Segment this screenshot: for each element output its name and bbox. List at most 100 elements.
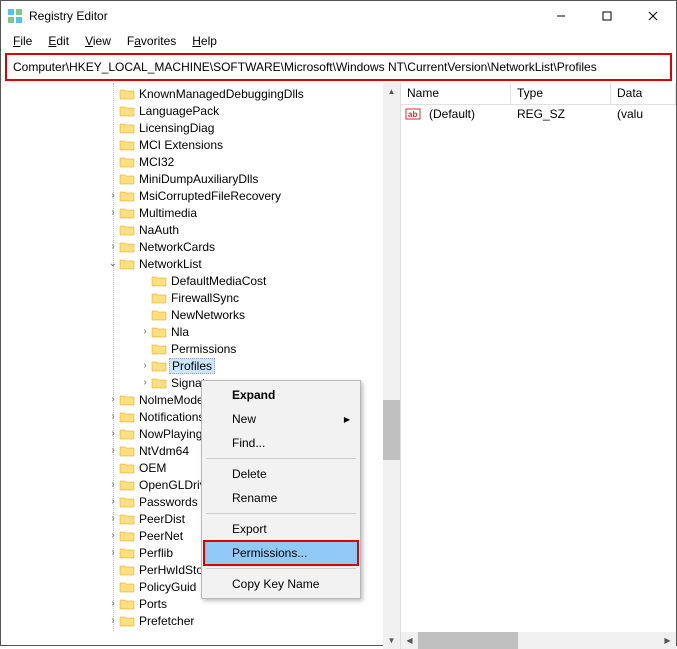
tree-item-permissions[interactable]: Permissions [1,340,400,357]
tree-item-networkcards[interactable]: › NetworkCards [1,238,400,255]
tree-label: PeerNet [137,529,185,543]
col-type[interactable]: Type [511,83,611,104]
list-header: Name Type Data [401,83,676,105]
folder-icon [119,257,135,271]
address-bar[interactable] [11,59,666,75]
tree-label: Ports [137,597,169,611]
col-name[interactable]: Name [401,83,511,104]
menu-file[interactable]: File [5,32,40,50]
string-value-icon: ab [405,106,421,122]
tree-item-firewallsync[interactable]: FirewallSync [1,289,400,306]
address-bar-highlight [5,53,672,81]
scroll-up-icon[interactable]: ▲ [383,83,400,100]
tree-item-naauth[interactable]: NaAuth [1,221,400,238]
ctx-copy-key-name[interactable]: Copy Key Name [204,572,358,596]
app-icon [7,8,23,24]
tree-item-prefetcher[interactable]: ›Prefetcher [1,612,400,629]
list-hscrollbar[interactable]: ◀ ▶ [401,632,676,649]
chevron-right-icon[interactable]: › [107,411,119,422]
tree-item-knownmanageddebuggingdlls[interactable]: KnownManagedDebuggingDlls [1,85,400,102]
ctx-rename[interactable]: Rename [204,486,358,510]
tree-label: LicensingDiag [137,121,216,135]
close-button[interactable] [630,1,676,31]
tree-item-licensingdiag[interactable]: LicensingDiag [1,119,400,136]
tree-item-languagepack[interactable]: LanguagePack [1,102,400,119]
tree-label: NewNetworks [169,308,247,322]
tree-label: NtVdm64 [137,444,191,458]
folder-icon [119,529,135,543]
ctx-find[interactable]: Find... [204,431,358,455]
ctx-export[interactable]: Export [204,517,358,541]
chevron-right-icon[interactable]: › [107,428,119,439]
chevron-right-icon[interactable]: › [107,190,119,201]
menu-view[interactable]: View [77,32,119,50]
tree-item-networklist[interactable]: ⌄ NetworkList [1,255,400,272]
tree-item-minidumpauxiliarydlls[interactable]: MiniDumpAuxiliaryDlls [1,170,400,187]
hscroll-thumb[interactable] [418,632,518,649]
chevron-right-icon[interactable]: › [107,496,119,507]
tree-scrollbar[interactable]: ▲ ▼ [383,83,400,649]
tree-label: NetworkCards [137,240,217,254]
tree-item-multimedia[interactable]: ›Multimedia [1,204,400,221]
chevron-right-icon[interactable]: › [107,207,119,218]
tree-item-msicorruptedfilerecovery[interactable]: › MsiCorruptedFileRecovery [1,187,400,204]
chevron-right-icon[interactable]: › [139,326,151,337]
chevron-right-icon[interactable]: › [107,547,119,558]
titlebar[interactable]: Registry Editor [1,1,676,31]
scroll-thumb[interactable] [383,400,400,460]
tree-item-mci32[interactable]: MCI32 [1,153,400,170]
ctx-delete[interactable]: Delete [204,462,358,486]
chevron-right-icon[interactable]: › [107,479,119,490]
chevron-down-icon[interactable]: ⌄ [107,258,119,269]
chevron-right-icon[interactable]: › [139,377,151,388]
values-pane[interactable]: Name Type Data ab (Default) REG_SZ (valu… [401,83,676,649]
folder-icon [119,121,135,135]
tree-item-nla[interactable]: ›Nla [1,323,400,340]
folder-icon [119,461,135,475]
menu-favorites[interactable]: Favorites [119,32,184,50]
ctx-new[interactable]: New [204,407,358,431]
menu-help[interactable]: Help [184,32,225,50]
chevron-right-icon[interactable]: › [107,241,119,252]
ctx-expand[interactable]: Expand [204,383,358,407]
folder-icon [151,308,167,322]
scroll-right-icon[interactable]: ▶ [659,632,676,649]
tree-item-mci-extensions[interactable]: MCI Extensions [1,136,400,153]
folder-icon [119,597,135,611]
folder-icon [119,206,135,220]
tree-label: Passwords [137,495,200,509]
folder-icon [119,580,135,594]
folder-icon [119,546,135,560]
tree-item-defaultmediacost[interactable]: DefaultMediaCost [1,272,400,289]
ctx-permissions[interactable]: Permissions... [204,541,358,565]
tree-label: KnownManagedDebuggingDlls [137,87,306,101]
maximize-button[interactable] [584,1,630,31]
tree-label: PolicyGuid [137,580,198,594]
list-row[interactable]: ab (Default) REG_SZ (valu [401,105,676,123]
chevron-right-icon[interactable]: › [139,360,151,371]
folder-icon [119,563,135,577]
chevron-right-icon[interactable]: › [107,445,119,456]
scroll-left-icon[interactable]: ◀ [401,632,418,649]
folder-icon [119,410,135,424]
ctx-separator [206,513,356,514]
chevron-right-icon[interactable]: › [107,615,119,626]
tree-label: NetworkList [137,257,204,271]
menu-edit[interactable]: Edit [40,32,77,50]
folder-icon [151,376,167,390]
col-data[interactable]: Data [611,83,676,104]
minimize-button[interactable] [538,1,584,31]
chevron-right-icon[interactable]: › [107,530,119,541]
ctx-separator [206,568,356,569]
tree-item-profiles[interactable]: ›Profiles [1,357,400,374]
folder-icon [151,291,167,305]
chevron-right-icon[interactable]: › [107,598,119,609]
tree-label: NaAuth [137,223,181,237]
tree-label: MCI Extensions [137,138,225,152]
tree-item-newnetworks[interactable]: NewNetworks [1,306,400,323]
chevron-right-icon[interactable]: › [107,513,119,524]
chevron-right-icon[interactable]: › [107,394,119,405]
folder-icon [151,325,167,339]
scroll-down-icon[interactable]: ▼ [383,632,400,649]
tree-label: MsiCorruptedFileRecovery [137,189,283,203]
